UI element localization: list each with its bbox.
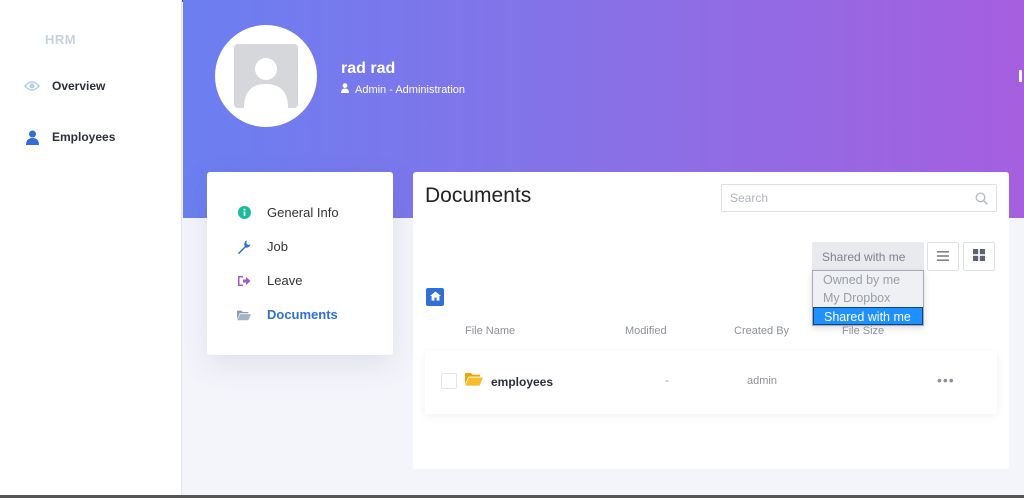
- grid-icon: [973, 248, 985, 266]
- table-row[interactable]: employees - admin •••: [425, 351, 997, 414]
- menu-item-label: Documents: [267, 307, 338, 322]
- profile-role-text: Admin - Administration: [355, 83, 466, 96]
- file-created-by: admin: [747, 375, 777, 387]
- menu-item-job[interactable]: Job: [237, 239, 288, 254]
- home-icon: [429, 288, 441, 306]
- search-icon[interactable]: [975, 192, 988, 210]
- wrench-icon: [237, 240, 251, 254]
- column-header-file-size[interactable]: File Size: [842, 325, 884, 337]
- home-folder-button[interactable]: [426, 288, 444, 306]
- profile-menu-card: General Info Job Leave Documents: [207, 172, 393, 355]
- documents-panel: Documents Shared with me Owned by me My …: [413, 172, 1009, 469]
- menu-item-general-info[interactable]: General Info: [237, 205, 339, 220]
- sign-out-icon: [237, 274, 251, 288]
- menu-item-label: General Info: [267, 205, 339, 220]
- sidebar-item-label: Overview: [52, 79, 106, 93]
- more-options-icon[interactable]: •••: [937, 372, 955, 388]
- menu-item-label: Job: [267, 239, 288, 254]
- menu-item-documents[interactable]: Documents: [237, 307, 338, 322]
- list-view-button[interactable]: [927, 242, 959, 271]
- brand-logo: HRM: [45, 32, 77, 47]
- filter-option-owned-by-me[interactable]: Owned by me: [813, 271, 923, 289]
- search-input[interactable]: [722, 185, 996, 211]
- avatar: [215, 25, 317, 127]
- folder-icon: [465, 372, 483, 391]
- profile-role: Admin - Administration: [341, 83, 465, 96]
- row-checkbox[interactable]: [441, 373, 457, 389]
- menu-item-label: Leave: [267, 273, 303, 288]
- info-circle-icon: [237, 206, 251, 220]
- grid-view-button[interactable]: [963, 242, 995, 271]
- column-header-created-by[interactable]: Created By: [734, 325, 789, 337]
- sidebar: HRM Overview Employees: [0, 0, 182, 498]
- person-icon: [24, 129, 40, 145]
- eye-icon: [24, 78, 40, 94]
- file-name[interactable]: employees: [491, 375, 553, 389]
- folder-open-icon: [237, 308, 251, 322]
- sidebar-item-overview[interactable]: Overview: [24, 78, 105, 94]
- filter-option-my-dropbox[interactable]: My Dropbox: [813, 289, 923, 307]
- sidebar-item-label: Employees: [52, 130, 116, 144]
- column-header-file-name[interactable]: File Name: [465, 325, 515, 337]
- file-modified: -: [665, 375, 669, 387]
- profile-name: rad rad: [341, 60, 396, 77]
- page-title: Documents: [425, 184, 532, 207]
- sidebar-item-employees[interactable]: Employees: [24, 129, 115, 145]
- column-header-modified[interactable]: Modified: [625, 325, 667, 337]
- list-icon: [937, 248, 949, 266]
- search-box: [721, 184, 997, 212]
- banner-edge-handle: [1019, 70, 1022, 82]
- avatar-placeholder-icon: [234, 44, 298, 108]
- menu-item-leave[interactable]: Leave: [237, 273, 302, 288]
- ownership-filter-select[interactable]: Shared with me: [812, 242, 924, 271]
- ownership-filter-dropdown: Owned by me My Dropbox Shared with me: [812, 270, 924, 326]
- filter-option-shared-with-me[interactable]: Shared with me: [813, 307, 923, 325]
- user-icon: [341, 83, 349, 96]
